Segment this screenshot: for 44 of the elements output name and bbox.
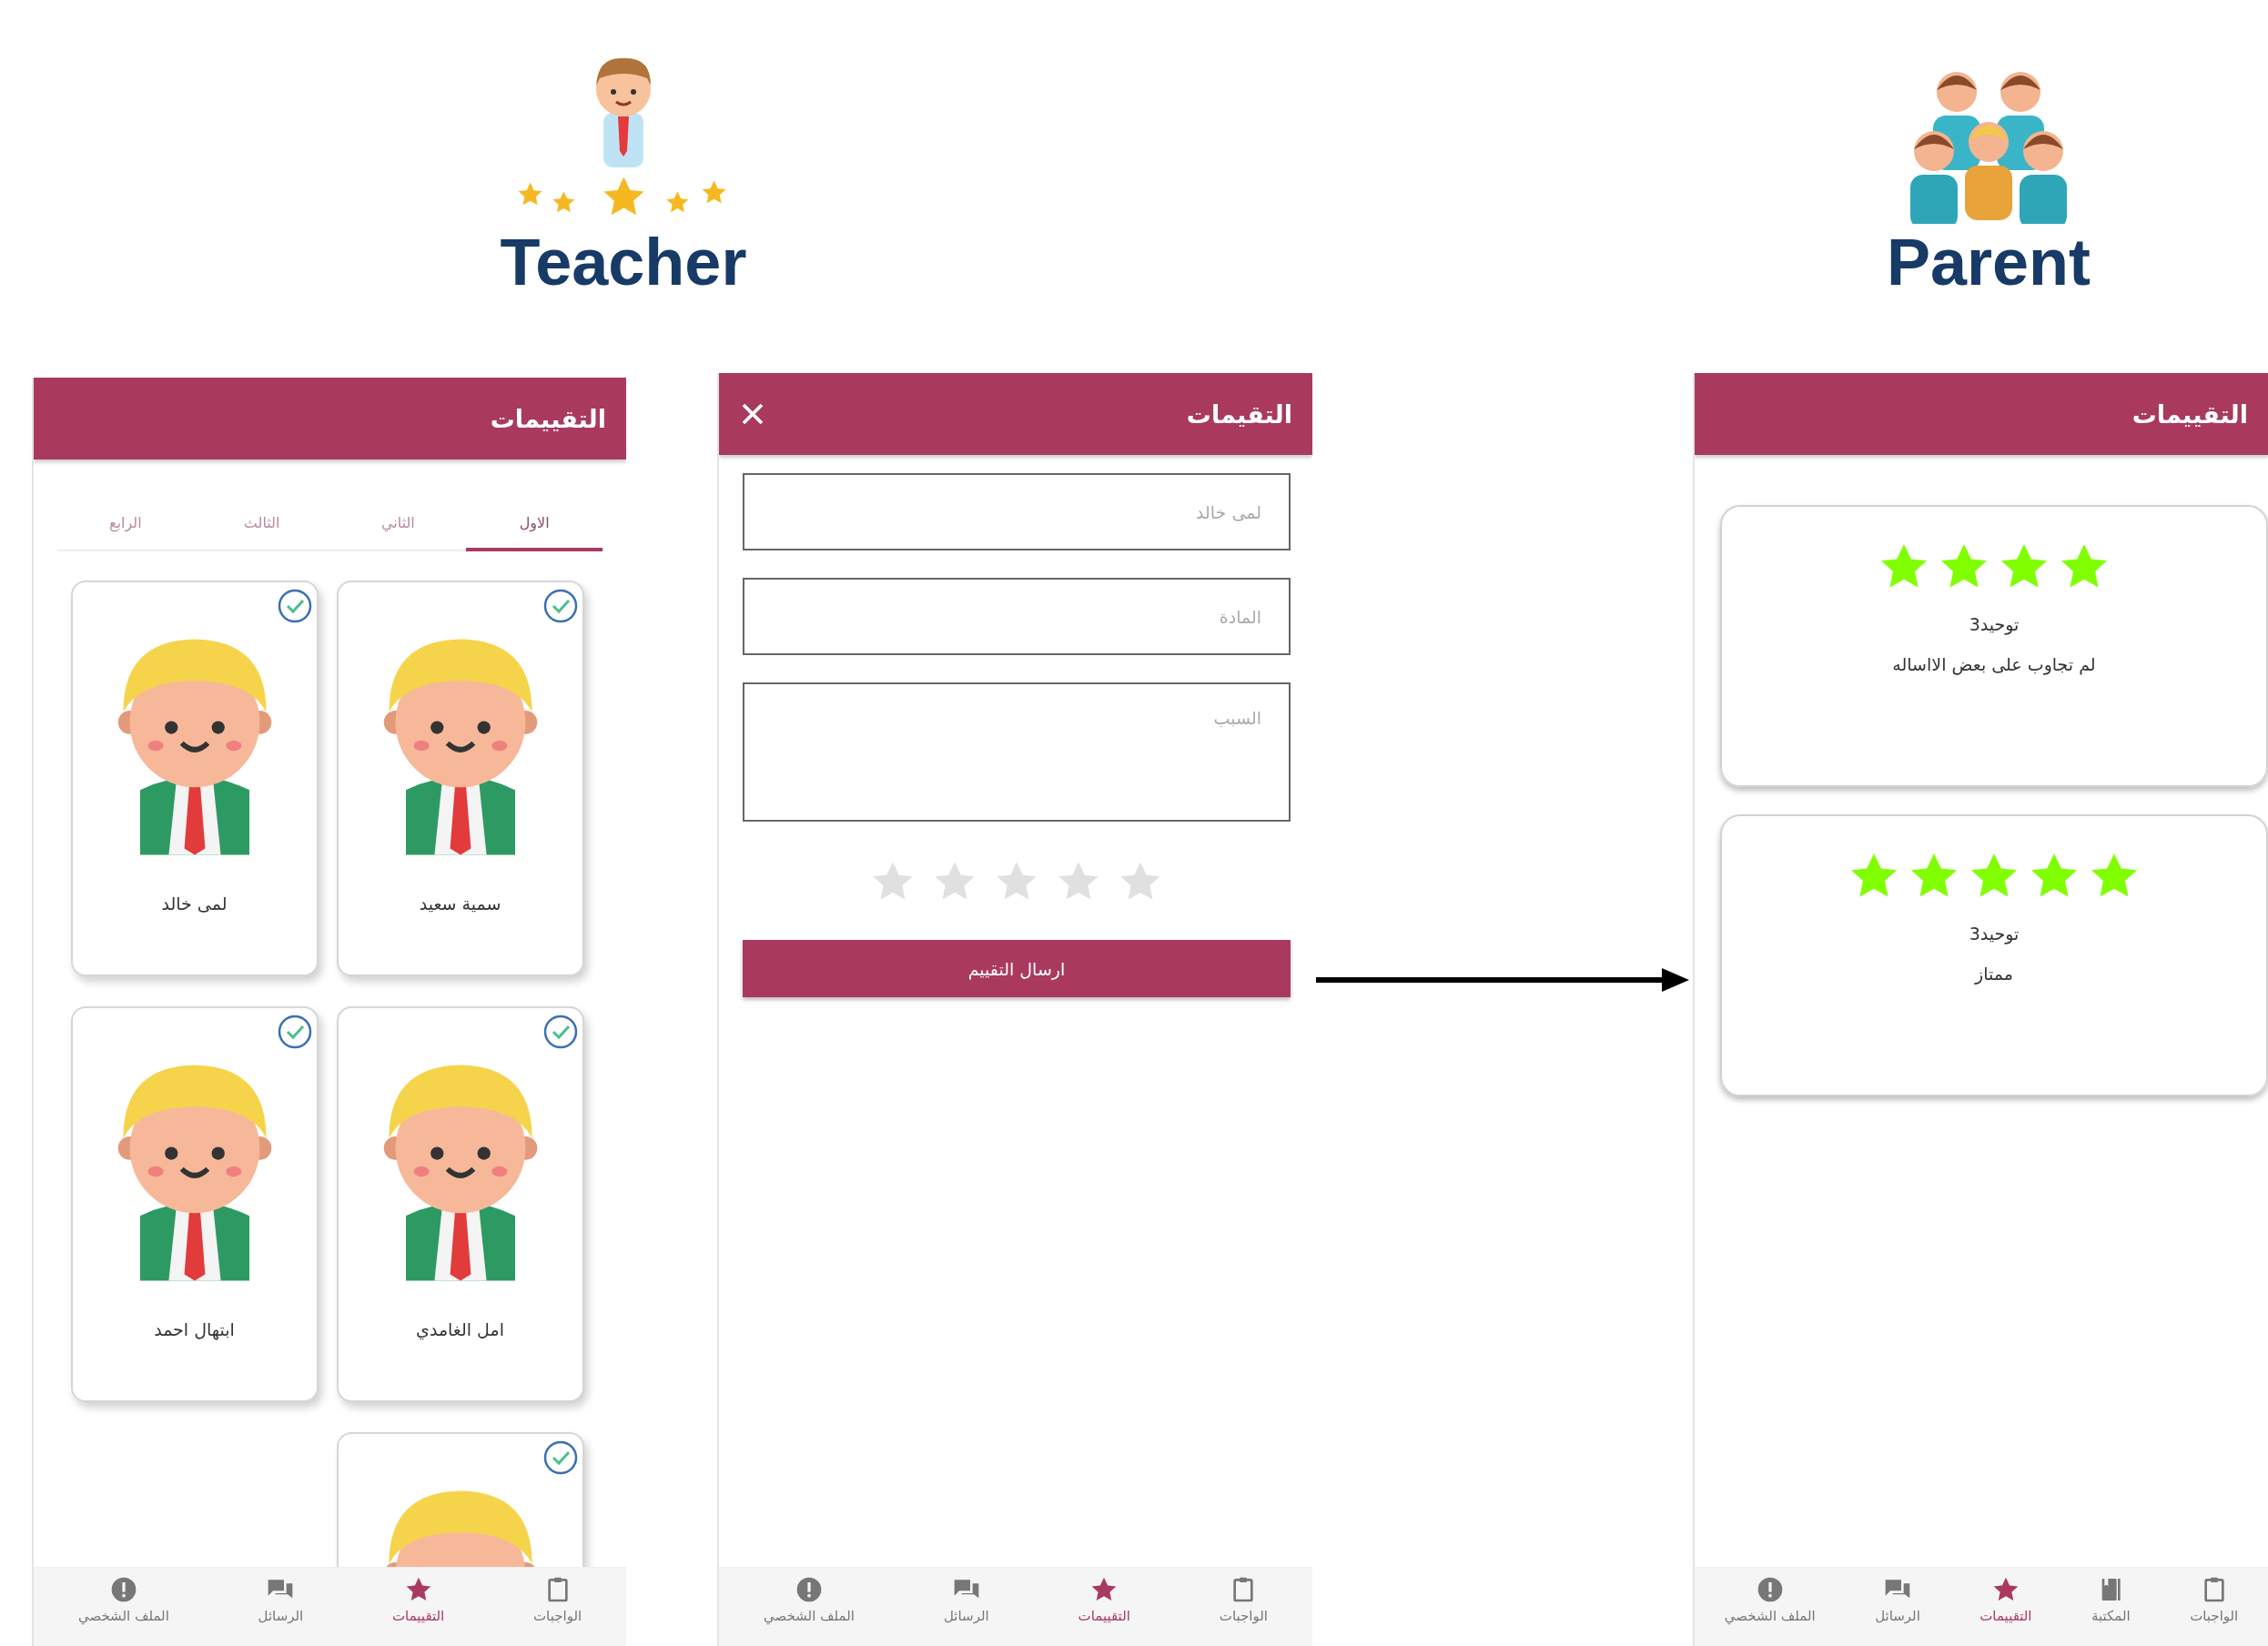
nav-tab[interactable]: الملف الشخصي [1720,1568,1819,1624]
text-field[interactable]: لمى خالد [743,473,1291,550]
student-name: لمى خالد [161,894,228,914]
nav-tab[interactable]: الواجبات [1215,1568,1271,1624]
tab[interactable]: الثاني [329,500,467,551]
student-name: سمية سعيد [419,894,501,914]
screen-title: التقييمات [2131,399,2248,429]
nav-tab[interactable]: الملف الشخصي [760,1568,858,1624]
tab[interactable]: الثالث [193,500,330,551]
check-icon[interactable] [276,588,313,624]
screen-title: التقيمات [1186,399,1292,429]
student-card[interactable]: ابتهال احمد [70,1006,319,1402]
text-area[interactable]: السبب [743,682,1291,822]
subject-text: توحيد3 [1969,614,2020,634]
nav-tab[interactable]: الرسائل [1871,1568,1924,1624]
tab[interactable]: الرابع [57,500,194,551]
student-card[interactable]: لمى خالد [70,581,319,976]
alert-icon [795,1575,824,1604]
nav-tab[interactable]: المكتبة [2087,1568,2134,1624]
check-icon[interactable] [276,1014,313,1050]
nav-tab[interactable]: الرسائل [939,1568,993,1624]
check-icon[interactable] [542,1439,579,1476]
nav-tab[interactable]: التقييمات [389,1568,449,1624]
teacher-heading: Teacher [500,225,747,300]
nav-tab[interactable]: التقييمات [1976,1568,2036,1624]
submit-button[interactable]: ارسال التقييم [743,940,1291,997]
check-icon[interactable] [542,588,579,624]
comment-text: لم تجاوب على بعض الااساله [1892,654,2096,674]
student-name: ابتهال احمد [154,1319,235,1339]
student-card[interactable]: امل الغامدي [336,1006,584,1402]
subject-text: توحيد3 [1969,924,2020,944]
text-field[interactable]: المادة [743,578,1291,655]
parent-heading: Parent [1886,225,2091,300]
check-icon[interactable] [542,1014,579,1050]
student-card[interactable]: سمية سعيد [336,581,584,976]
student-name: امل الغامدي [416,1319,504,1339]
nav-tab[interactable]: الملف الشخصي [74,1568,173,1624]
screen-title: التقييمات [490,404,606,433]
nav-tab[interactable]: الواجبات [530,1568,586,1624]
tab[interactable]: الاول [466,500,602,551]
nav-tab[interactable]: التقييمات [1074,1568,1134,1624]
nav-tab[interactable]: الواجبات [2186,1568,2243,1624]
nav-tab[interactable]: الرسائل [254,1568,308,1624]
comment-text: ممتاز [1975,964,2013,984]
